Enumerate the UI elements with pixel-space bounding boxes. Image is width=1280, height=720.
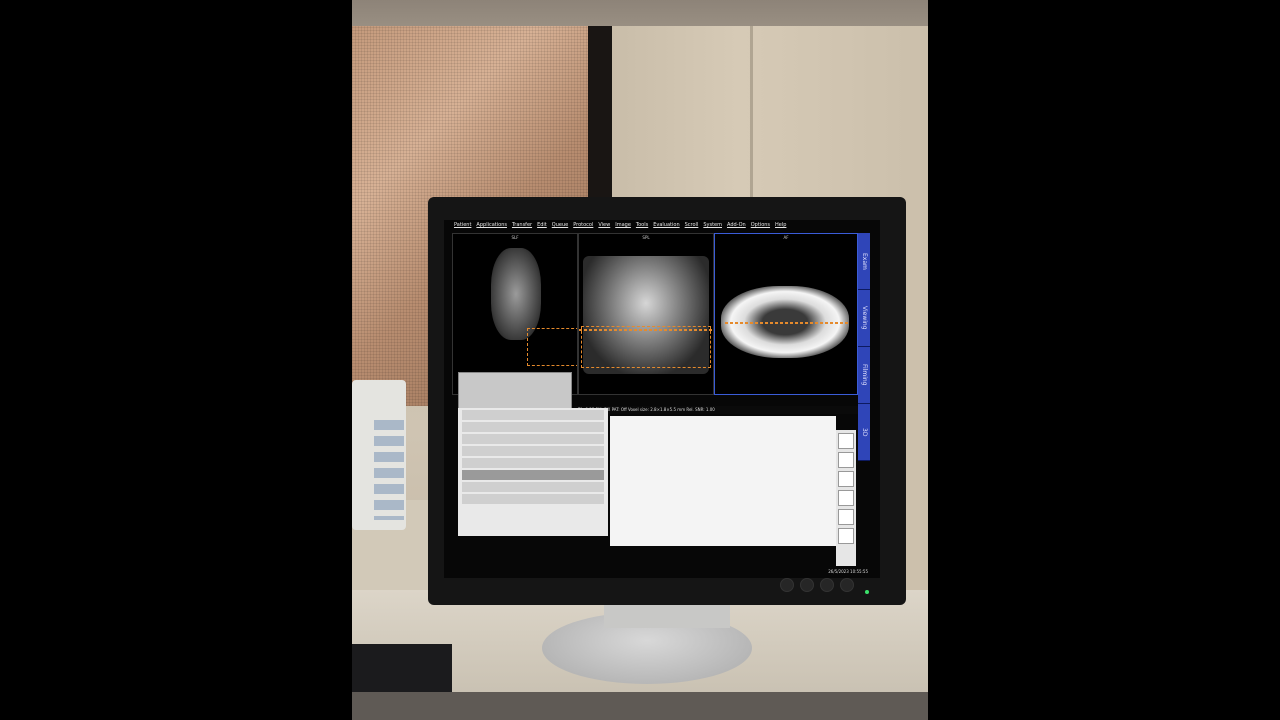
viewport-axial[interactable]: AF: [714, 233, 858, 395]
tool-strip: [836, 430, 856, 566]
param-row[interactable]: [610, 476, 836, 486]
menu-evaluation[interactable]: Evaluation: [653, 220, 679, 230]
param-row[interactable]: [610, 436, 836, 446]
viewport-coronal[interactable]: SPL: [578, 233, 714, 395]
menu-tools[interactable]: Tools: [636, 220, 648, 230]
menu-system[interactable]: System: [703, 220, 722, 230]
menu-applications[interactable]: Applications: [476, 220, 507, 230]
tab-3d[interactable]: 3D: [858, 404, 870, 461]
tool-button[interactable]: [838, 433, 854, 449]
viewport-label: SLF: [511, 235, 519, 240]
system-clock: 26/5/2023 10:55:55: [828, 569, 868, 574]
monitor-button[interactable]: [820, 578, 834, 592]
list-item-selected[interactable]: [462, 470, 604, 480]
param-row[interactable]: [610, 416, 836, 426]
tool-button[interactable]: [838, 509, 854, 525]
monitor-buttons: [780, 578, 854, 592]
menu-add-on[interactable]: Add-On: [727, 220, 746, 230]
viewer-tool-panel[interactable]: [458, 372, 572, 410]
slice-box: [581, 326, 711, 368]
tab-filming[interactable]: Filming: [858, 347, 870, 404]
tool-button[interactable]: [838, 452, 854, 468]
wall-seam: [750, 26, 753, 206]
viewport-label: AF: [783, 235, 789, 240]
monitor-button[interactable]: [840, 578, 854, 592]
tool-button[interactable]: [838, 490, 854, 506]
tool-button[interactable]: [838, 471, 854, 487]
list-item[interactable]: [462, 494, 604, 504]
param-row[interactable]: [610, 426, 836, 436]
list-item[interactable]: [462, 434, 604, 444]
menu-image[interactable]: Image: [615, 220, 631, 230]
menu-options[interactable]: Options: [751, 220, 770, 230]
exam-queue: [458, 408, 608, 536]
param-row[interactable]: [610, 466, 836, 476]
list-item[interactable]: [462, 458, 604, 468]
mri-console-screen: Patient Applications Transfer Edit Queue…: [444, 220, 880, 578]
menu-view[interactable]: View: [598, 220, 610, 230]
power-led-icon: [865, 590, 869, 594]
slice-box: [527, 328, 577, 366]
viewport-sagittal[interactable]: SLF: [452, 233, 578, 395]
phone-keys: [374, 420, 404, 520]
menu-patient[interactable]: Patient: [454, 220, 471, 230]
list-item[interactable]: [462, 410, 604, 420]
photo-scene: Patient Applications Transfer Edit Queue…: [352, 0, 928, 720]
mri-image-sagittal: [491, 248, 541, 340]
param-row[interactable]: [610, 456, 836, 466]
viewport-label: SPL: [642, 235, 650, 240]
menu-queue[interactable]: Queue: [552, 220, 568, 230]
param-row[interactable]: [610, 446, 836, 456]
menu-protocol[interactable]: Protocol: [573, 220, 593, 230]
slice-line: [725, 322, 849, 324]
menu-bar: Patient Applications Transfer Edit Queue…: [444, 220, 880, 230]
bottom-shadow: [352, 692, 928, 720]
tool-button[interactable]: [838, 528, 854, 544]
monitor-button[interactable]: [780, 578, 794, 592]
list-item[interactable]: [462, 446, 604, 456]
menu-edit[interactable]: Edit: [537, 220, 547, 230]
side-tab-bar: Exam Viewing Filming 3D: [858, 233, 870, 461]
tab-exam[interactable]: Exam: [858, 233, 870, 290]
list-item[interactable]: [462, 482, 604, 492]
list-item[interactable]: [462, 422, 604, 432]
menu-transfer[interactable]: Transfer: [512, 220, 532, 230]
keyboard: [352, 644, 452, 692]
protocol-parameters: [610, 416, 836, 546]
monitor-button[interactable]: [800, 578, 814, 592]
sequence-info-bar: TA: 8:35 PM: FIX PAT: Off Voxel size: 2.…: [574, 406, 858, 414]
menu-scroll[interactable]: Scroll: [685, 220, 699, 230]
tab-viewing[interactable]: Viewing: [858, 290, 870, 347]
menu-help[interactable]: Help: [775, 220, 786, 230]
